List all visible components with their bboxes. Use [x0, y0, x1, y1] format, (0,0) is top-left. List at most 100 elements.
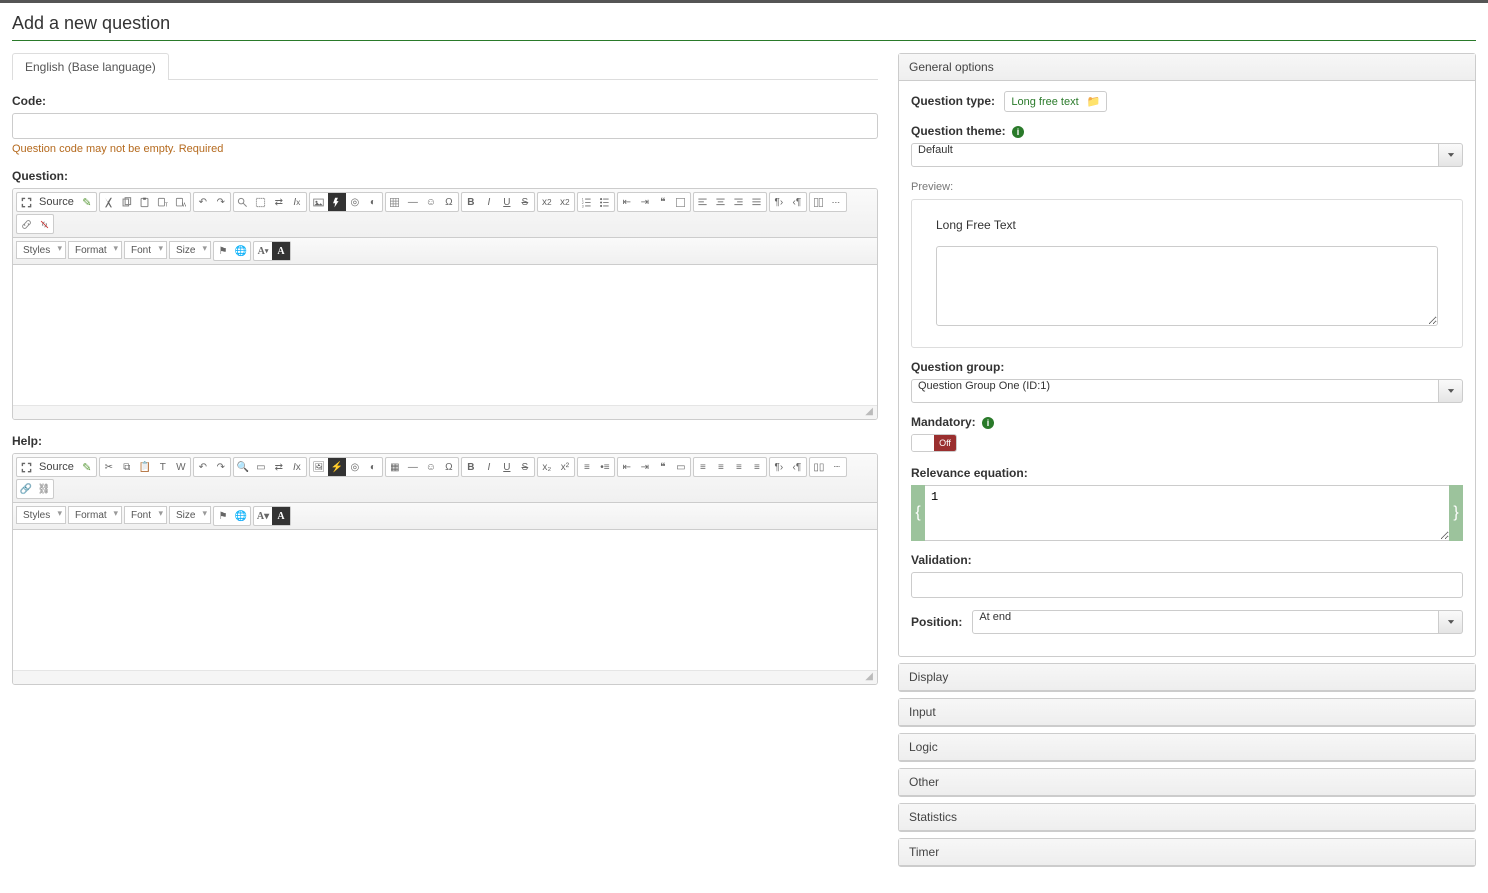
accordion-general-options[interactable]: General options	[899, 54, 1475, 81]
align-left-icon[interactable]	[694, 193, 712, 211]
outdent-icon[interactable]: ⇤	[618, 193, 636, 211]
smiley-icon[interactable]: ☺	[422, 193, 440, 211]
italic-icon[interactable]: I	[480, 458, 498, 476]
showblocks-icon[interactable]: ▯▯	[810, 458, 828, 476]
unlink-icon[interactable]	[35, 215, 53, 233]
textcolor-icon[interactable]: A▾	[254, 242, 272, 260]
image-icon[interactable]	[310, 193, 328, 211]
accordion-logic[interactable]: Logic	[899, 734, 1475, 761]
paste-icon[interactable]	[136, 193, 154, 211]
selectall-icon[interactable]: ▭	[252, 458, 270, 476]
styles-select[interactable]: Styles	[16, 506, 66, 524]
showblocks-icon[interactable]	[810, 193, 828, 211]
numberedlist-icon[interactable]: ≡	[578, 458, 596, 476]
cut-icon[interactable]	[100, 193, 118, 211]
size-select[interactable]: Size	[169, 241, 211, 259]
edit-source-icon[interactable]: ✎	[78, 458, 96, 476]
question-editor-resize[interactable]: ◢	[13, 405, 877, 419]
question-editor-body[interactable]	[13, 265, 877, 405]
position-select[interactable]: At end	[972, 610, 1439, 634]
pagebreak-icon[interactable]: ┈	[828, 458, 846, 476]
embed-icon[interactable]: ◎	[346, 193, 364, 211]
paste-text-icon[interactable]: T	[154, 458, 172, 476]
strike-icon[interactable]: S	[516, 458, 534, 476]
undo-icon[interactable]: ↶	[194, 458, 212, 476]
hr-icon[interactable]: —	[404, 193, 422, 211]
align-right-icon[interactable]	[730, 193, 748, 211]
italic-icon[interactable]: I	[480, 193, 498, 211]
help-editor-body[interactable]	[13, 530, 877, 670]
cut-icon[interactable]: ✂	[100, 458, 118, 476]
paste-word-icon[interactable]: W	[172, 193, 190, 211]
paste-icon[interactable]: 📋	[136, 458, 154, 476]
source-button[interactable]: Source	[35, 458, 78, 476]
styles-select[interactable]: Styles	[16, 241, 66, 259]
copy-icon[interactable]: ⧉	[118, 458, 136, 476]
hr-icon[interactable]: —	[404, 458, 422, 476]
undo-icon[interactable]: ↶	[194, 193, 212, 211]
align-center-icon[interactable]	[712, 193, 730, 211]
table-icon[interactable]: ▦	[386, 458, 404, 476]
align-center-icon[interactable]: ≡	[712, 458, 730, 476]
link-icon[interactable]	[17, 215, 35, 233]
size-select[interactable]: Size	[169, 506, 211, 524]
indent-icon[interactable]: ⇥	[636, 458, 654, 476]
ltr-icon[interactable]: ¶›	[770, 193, 788, 211]
help-icon[interactable]: i	[1012, 126, 1024, 138]
textcolor-icon[interactable]: A▾	[254, 507, 272, 525]
globe-icon[interactable]: 🌐	[232, 507, 250, 525]
anchor-icon[interactable]: ⚑	[214, 242, 232, 260]
iframe-icon[interactable]: ◐	[364, 193, 382, 211]
align-justify-icon[interactable]: ≡	[748, 458, 766, 476]
find-icon[interactable]	[234, 193, 252, 211]
ltr-icon[interactable]: ¶›	[770, 458, 788, 476]
bulletlist-icon[interactable]: •≡	[596, 458, 614, 476]
smiley-icon[interactable]: ☺	[422, 458, 440, 476]
embed-icon[interactable]: ◎	[346, 458, 364, 476]
div-icon[interactable]	[672, 193, 690, 211]
superscript-icon[interactable]: x²	[556, 458, 574, 476]
removeformat-icon[interactable]: Ix	[288, 193, 306, 211]
font-select[interactable]: Font	[124, 506, 167, 524]
table-icon[interactable]	[386, 193, 404, 211]
iframe-icon[interactable]: ◐	[364, 458, 382, 476]
bgcolor-icon[interactable]: A	[272, 242, 290, 260]
bulletlist-icon[interactable]	[596, 193, 614, 211]
accordion-statistics[interactable]: Statistics	[899, 804, 1475, 831]
chevron-down-icon[interactable]	[1439, 379, 1463, 403]
edit-source-icon[interactable]: ✎	[78, 193, 96, 211]
mandatory-toggle[interactable]: Off	[911, 434, 957, 452]
removeformat-icon[interactable]: Ix	[288, 458, 306, 476]
superscript-icon[interactable]: x2	[556, 193, 574, 211]
indent-icon[interactable]: ⇥	[636, 193, 654, 211]
preview-textarea[interactable]	[936, 246, 1438, 326]
redo-icon[interactable]: ↷	[212, 193, 230, 211]
relevance-input[interactable]	[925, 485, 1449, 541]
accordion-other[interactable]: Other	[899, 769, 1475, 796]
copy-icon[interactable]	[118, 193, 136, 211]
bold-icon[interactable]: B	[462, 458, 480, 476]
align-justify-icon[interactable]	[748, 193, 766, 211]
paste-word-icon[interactable]: W	[172, 458, 190, 476]
source-button[interactable]: Source	[35, 193, 78, 211]
align-right-icon[interactable]: ≡	[730, 458, 748, 476]
flash-icon[interactable]	[328, 193, 346, 211]
rtl-icon[interactable]: ‹¶	[788, 458, 806, 476]
unlink-icon[interactable]: ⛓	[35, 480, 53, 498]
code-input[interactable]	[12, 113, 878, 139]
link-icon[interactable]: 🔗	[17, 480, 35, 498]
format-select[interactable]: Format	[68, 241, 122, 259]
flash-icon[interactable]: ⚡	[328, 458, 346, 476]
pagebreak-icon[interactable]	[828, 193, 846, 211]
bgcolor-icon[interactable]: A	[272, 507, 290, 525]
strike-icon[interactable]: S	[516, 193, 534, 211]
bold-icon[interactable]: B	[462, 193, 480, 211]
globe-icon[interactable]: 🌐	[232, 242, 250, 260]
format-select[interactable]: Format	[68, 506, 122, 524]
div-icon[interactable]: ▭	[672, 458, 690, 476]
numberedlist-icon[interactable]: 123	[578, 193, 596, 211]
maximize-icon[interactable]	[17, 458, 35, 476]
question-group-select[interactable]: Question Group One (ID:1)	[911, 379, 1439, 403]
rtl-icon[interactable]: ‹¶	[788, 193, 806, 211]
question-type-picker[interactable]: Long free text 📁	[1004, 91, 1107, 112]
